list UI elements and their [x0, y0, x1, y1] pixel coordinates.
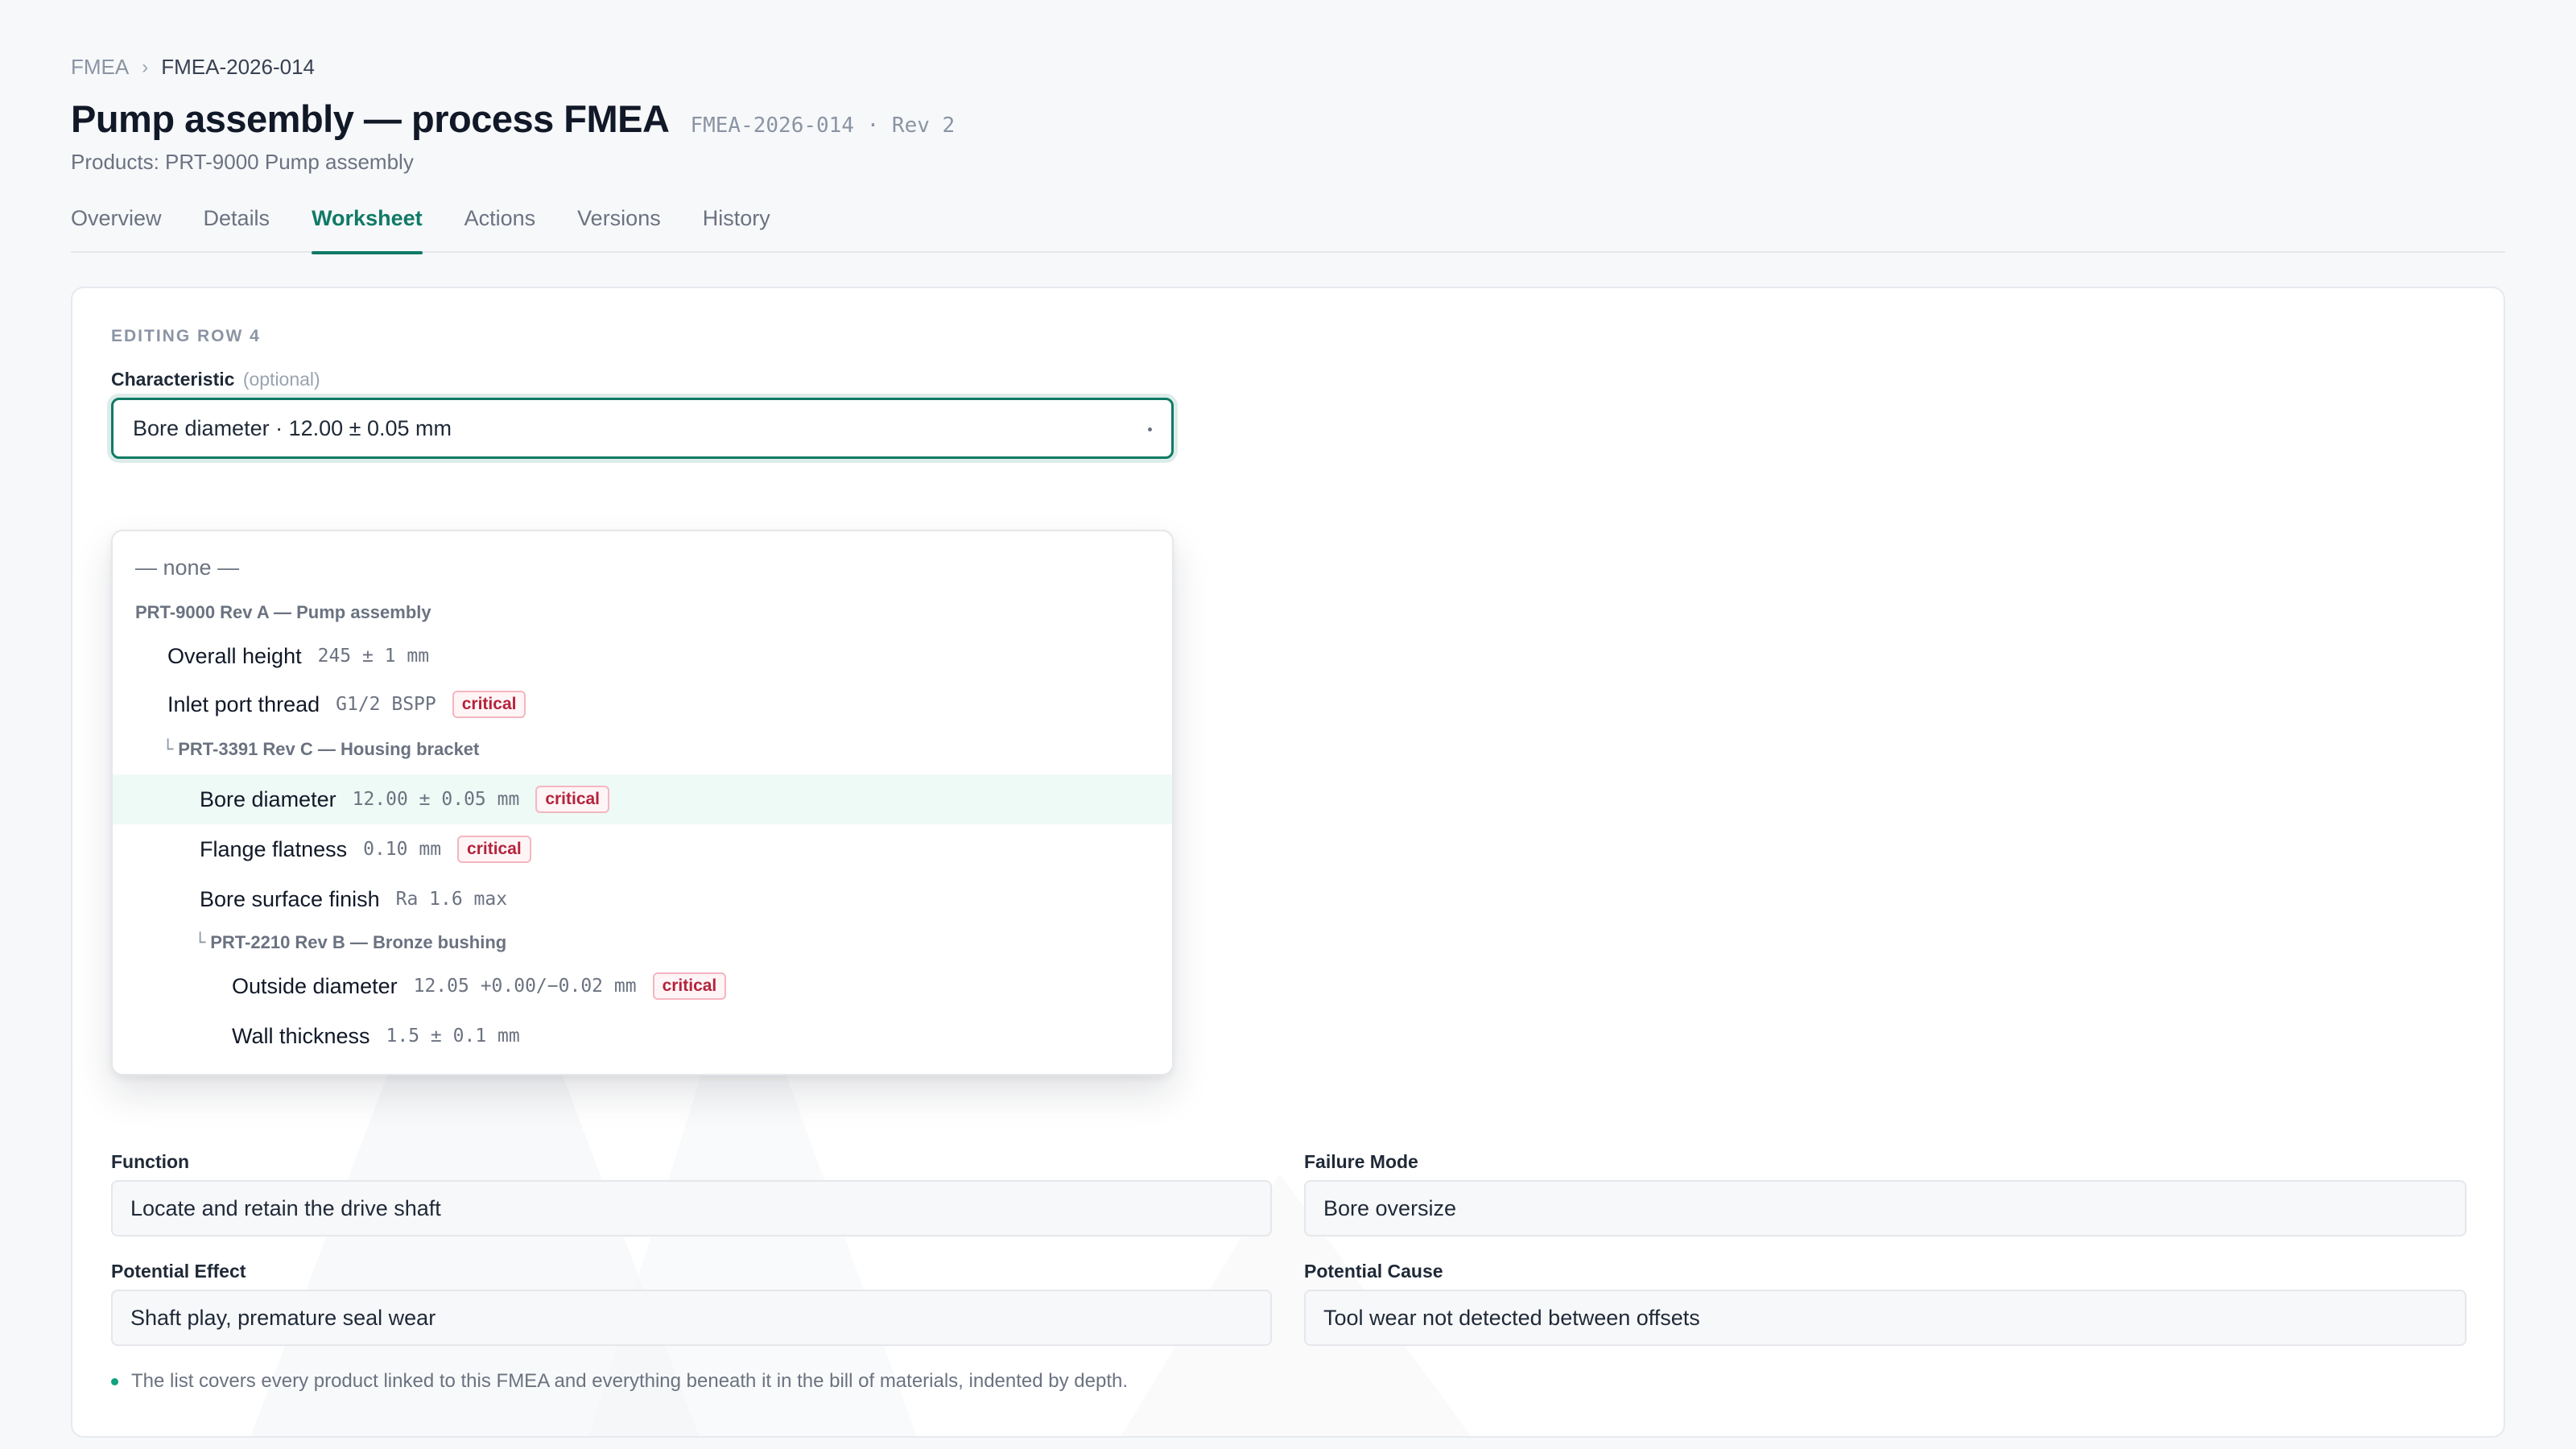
potential-effect-label: Potential Effect	[111, 1261, 246, 1282]
option-flange-flatness[interactable]: Flange flatness 0.10 mm critical	[113, 824, 1172, 874]
critical-badge: critical	[652, 972, 727, 1000]
option-name: Inlet port thread	[167, 691, 320, 716]
characteristic-dropdown: — none — PRT-9000 Rev A — Pump assembly …	[111, 530, 1174, 1075]
group-header: PRT-9000 Rev A — Pump assembly	[113, 596, 1172, 630]
group-label: PRT-9000 Rev A — Pump assembly	[135, 602, 431, 622]
option-bore-surface-finish[interactable]: Bore surface finish Ra 1.6 max	[113, 874, 1172, 924]
potential-cause-label: Potential Cause	[1304, 1261, 1443, 1282]
option-spec: 245 ± 1 mm	[317, 646, 430, 667]
tree-branch-icon: └	[195, 932, 206, 953]
help-hint: The list covers every product linked to …	[111, 1370, 1128, 1393]
critical-badge: critical	[452, 691, 526, 718]
optional-hint: (optional)	[242, 369, 320, 390]
potential-cause-value: Tool wear not detected between offsets	[1323, 1305, 1700, 1330]
row-editor-card: EDITING ROW 4 Characteristic (optional) …	[71, 287, 2505, 1438]
tab-worksheet[interactable]: Worksheet	[312, 201, 423, 254]
characteristic-label: Characteristic (optional)	[111, 369, 320, 390]
potential-cause-input[interactable]: Tool wear not detected between offsets	[1304, 1290, 2467, 1346]
option-spec: 12.00 ± 0.05 mm	[352, 789, 520, 810]
document-id-revision: FMEA-2026-014 · Rev 2	[690, 114, 956, 138]
tree-branch-icon: └	[163, 739, 174, 760]
failure-mode-value: Bore oversize	[1323, 1195, 1457, 1220]
characteristic-select-value: Bore diameter · 12.00 ± 0.05 mm	[133, 415, 452, 440]
potential-effect-input[interactable]: Shaft play, premature seal wear	[111, 1290, 1272, 1346]
option-spec: 0.10 mm	[363, 839, 442, 860]
option-name: Flange flatness	[200, 836, 348, 861]
breadcrumb-root-link[interactable]: FMEA	[71, 55, 129, 80]
help-hint-text: The list covers every product linked to …	[131, 1370, 1129, 1392]
option-spec: 12.05 +0.00/−0.02 mm	[413, 976, 637, 997]
option-none[interactable]: — none —	[113, 547, 1172, 588]
option-name: Outside diameter	[232, 973, 398, 998]
potential-effect-value: Shaft play, premature seal wear	[130, 1305, 436, 1330]
group-header: └ PRT-3391 Rev C — Housing bracket	[113, 733, 1172, 766]
option-name: Bore diameter	[200, 786, 336, 811]
tab-actions[interactable]: Actions	[464, 201, 536, 253]
group-label: PRT-2210 Rev B — Bronze bushing	[210, 932, 507, 952]
tab-versions[interactable]: Versions	[577, 201, 661, 253]
products-line: Products: PRT-9000 Pump assembly	[71, 150, 414, 174]
option-name: Wall thickness	[232, 1023, 370, 1048]
dropdown-caret-icon	[1148, 427, 1152, 431]
breadcrumb: FMEA › FMEA-2026-014	[71, 55, 315, 80]
critical-badge: critical	[457, 836, 531, 863]
option-wall-thickness[interactable]: Wall thickness 1.5 ± 0.1 mm	[113, 1011, 1172, 1061]
breadcrumb-current: FMEA-2026-014	[161, 55, 315, 79]
characteristic-label-text: Characteristic	[111, 369, 235, 390]
critical-badge: critical	[535, 786, 610, 813]
option-name: Bore surface finish	[200, 886, 380, 911]
function-label: Function	[111, 1151, 190, 1172]
option-outside-diameter[interactable]: Outside diameter 12.05 +0.00/−0.02 mm cr…	[113, 961, 1172, 1011]
option-bore-diameter[interactable]: Bore diameter 12.00 ± 0.05 mm critical	[113, 774, 1172, 824]
option-spec: 1.5 ± 0.1 mm	[386, 1026, 520, 1046]
failure-mode-input[interactable]: Bore oversize	[1304, 1180, 2467, 1236]
option-overall-height[interactable]: Overall height 245 ± 1 mm	[113, 633, 1172, 679]
tab-details[interactable]: Details	[204, 201, 270, 253]
page-title: Pump assembly — process FMEA	[71, 97, 670, 140]
title-row: Pump assembly — process FMEA FMEA-2026-0…	[71, 97, 955, 141]
tab-bar: Overview Details Worksheet Actions Versi…	[71, 201, 2505, 254]
option-inlet-port-thread[interactable]: Inlet port thread G1/2 BSPP critical	[113, 681, 1172, 728]
characteristic-select[interactable]: Bore diameter · 12.00 ± 0.05 mm	[111, 398, 1174, 459]
failure-mode-label: Failure Mode	[1304, 1151, 1418, 1172]
info-dot-icon	[111, 1377, 118, 1385]
function-input[interactable]: Locate and retain the drive shaft	[111, 1180, 1272, 1236]
tab-history[interactable]: History	[703, 201, 770, 253]
group-header: └ PRT-2210 Rev B — Bronze bushing	[113, 926, 1172, 960]
group-label: PRT-3391 Rev C — Housing bracket	[178, 739, 480, 759]
fmea-page: FMEA › FMEA-2026-014 Pump assembly — pro…	[71, 0, 2505, 1449]
option-spec: Ra 1.6 max	[395, 889, 508, 910]
function-value: Locate and retain the drive shaft	[130, 1195, 441, 1220]
option-spec: G1/2 BSPP	[336, 694, 436, 715]
option-name: Overall height	[167, 643, 302, 668]
breadcrumb-separator-icon: ›	[142, 56, 149, 78]
section-label: EDITING ROW 4	[111, 327, 261, 345]
tab-overview[interactable]: Overview	[71, 201, 162, 253]
option-none-label: — none —	[135, 555, 240, 580]
